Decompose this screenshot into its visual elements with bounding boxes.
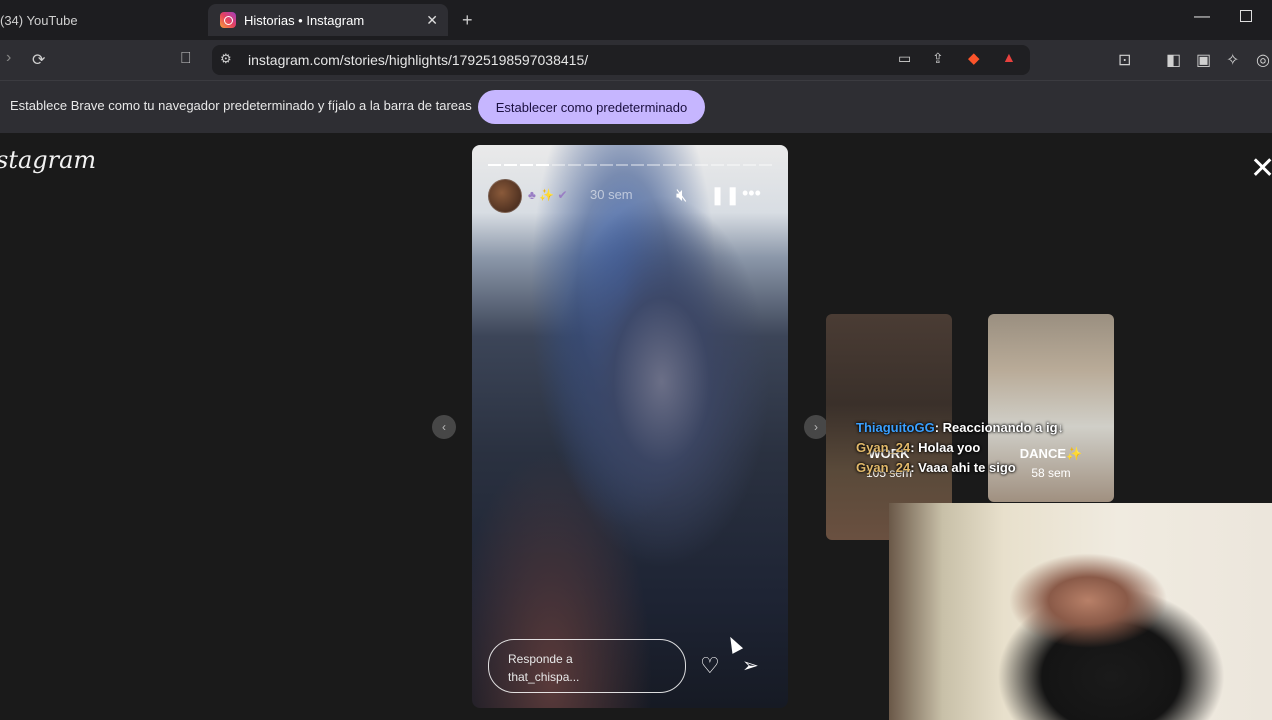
story-progress-segment	[503, 164, 517, 166]
chat-user: Gyan_24	[856, 460, 911, 475]
story-progress-segment	[727, 164, 740, 166]
instagram-favicon-icon	[220, 12, 236, 28]
story-progress	[488, 164, 772, 166]
story-user-badges[interactable]: ♣ ✨ ✔	[528, 188, 568, 202]
webcam-overlay	[889, 503, 1272, 720]
chat-text: Reaccionando a ig↓	[942, 420, 1065, 435]
story-progress-segment	[695, 164, 709, 166]
story-progress-segment	[519, 164, 533, 166]
story-progress-segment	[599, 164, 613, 166]
story-progress-segment	[679, 164, 693, 166]
story-progress-segment	[743, 164, 756, 166]
chat-text: Holaa yoo	[918, 440, 981, 455]
address-bar[interactable]: ⚙ instagram.com/stories/highlights/17925…	[212, 45, 1030, 75]
restore-window-icon[interactable]	[1240, 10, 1252, 22]
story-progress-segment	[647, 164, 661, 166]
tab-instagram-label: Historias • Instagram	[244, 12, 365, 28]
story-progress-segment	[711, 164, 725, 166]
chat-message: Gyan_24: Vaaa ahi te sigo	[856, 460, 1016, 475]
avatar[interactable]	[488, 179, 522, 213]
previous-story-icon[interactable]: ‹	[432, 415, 456, 439]
story-progress-segment	[488, 164, 501, 166]
new-tab-button[interactable]: +	[462, 10, 473, 31]
chat-message: ThiaguitoGG: Reaccionando a ig↓	[856, 420, 1065, 435]
brave-rewards-icon[interactable]: ▲	[1002, 49, 1016, 65]
chat-user: ThiaguitoGG	[856, 420, 935, 435]
minimize-window-icon[interactable]: ―	[1194, 8, 1210, 26]
forward-icon[interactable]: ›	[6, 49, 11, 67]
muted-speaker-icon[interactable]: 🔇︎	[676, 185, 687, 206]
close-tab-icon[interactable]: ✕	[426, 12, 438, 29]
reply-placeholder[interactable]: Responde a that_chispa...	[508, 650, 618, 686]
story-progress-segment	[663, 164, 677, 166]
brave-shields-icon[interactable]: ◆	[968, 49, 980, 67]
story-progress-segment	[583, 164, 597, 166]
send-icon[interactable]: ➢	[742, 653, 759, 678]
tab-youtube[interactable]: (34) YouTube	[0, 4, 200, 36]
heart-icon[interactable]: ♡	[700, 653, 720, 679]
instagram-logo[interactable]: stagram	[0, 146, 96, 174]
more-icon[interactable]: •••	[742, 183, 761, 204]
chat-user: Gyan_24	[856, 440, 911, 455]
story-progress-segment	[535, 164, 549, 166]
infobar-message: Establece Brave como tu navegador predet…	[10, 98, 472, 113]
story-progress-segment	[758, 164, 772, 166]
vpn-icon[interactable]: ◎	[1256, 50, 1270, 70]
reload-icon[interactable]: ⟳	[32, 50, 45, 70]
url-text[interactable]: instagram.com/stories/highlights/1792519…	[248, 52, 588, 68]
tab-youtube-label: (34) YouTube	[0, 12, 78, 28]
leo-ai-icon[interactable]: ✧	[1226, 50, 1239, 70]
bookmark-icon[interactable]: ⎕	[181, 50, 191, 68]
chat-text: Vaaa ahi te sigo	[918, 460, 1016, 475]
story-progress-segment	[567, 164, 581, 166]
set-default-button[interactable]: Establecer como predeterminado	[478, 90, 705, 124]
story-progress-segment	[631, 164, 645, 166]
close-story-icon[interactable]: ✕	[1250, 154, 1272, 184]
cast-icon[interactable]: ▭	[898, 50, 911, 67]
story-progress-segment	[551, 164, 565, 166]
story-progress-segment	[615, 164, 629, 166]
tab-instagram[interactable]: Historias • Instagram ✕	[208, 4, 448, 36]
pause-icon[interactable]: ❚❚	[710, 185, 740, 206]
chat-message: Gyan_24: Holaa yoo	[856, 440, 981, 455]
story-viewer[interactable]: ♣ ✨ ✔ 30 sem 🔇︎ ❚❚ ••• Responde a that_c…	[472, 145, 788, 708]
sidebar-icon[interactable]: ◧	[1166, 50, 1181, 70]
next-story-icon[interactable]: ›	[804, 415, 828, 439]
story-time: 30 sem	[590, 187, 633, 202]
search-tab-icon[interactable]: ⊡	[1118, 50, 1131, 70]
wallet-icon[interactable]: ▣	[1196, 50, 1211, 70]
share-icon[interactable]: ⇪	[932, 50, 944, 67]
site-settings-icon[interactable]: ⚙	[220, 51, 232, 67]
